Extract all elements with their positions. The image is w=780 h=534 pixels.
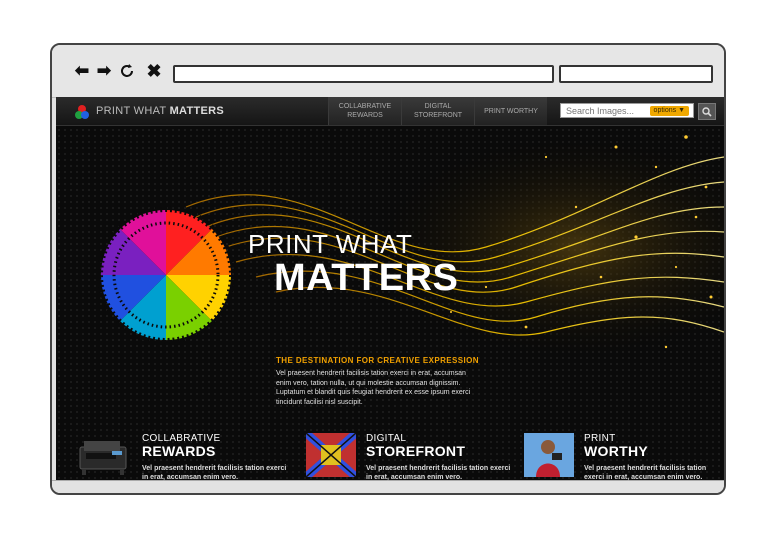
image-search-input[interactable]: Search Images... options ▼ bbox=[560, 103, 694, 118]
hero-title-line2: MATTERS bbox=[274, 257, 459, 299]
feature-digital-storefront[interactable]: DIGITAL STOREFRONT Vel praesent hendreri… bbox=[306, 433, 516, 481]
logo-icon[interactable] bbox=[74, 104, 90, 120]
nav-collabrative-rewards[interactable]: COLLABRATIVE REWARDS bbox=[328, 97, 401, 125]
search-icon[interactable] bbox=[698, 103, 716, 120]
photographer-thumbnail bbox=[524, 433, 574, 477]
storefront-thumbnail bbox=[306, 433, 356, 477]
brand-name[interactable]: PRINT WHAT MATTERS bbox=[96, 105, 224, 117]
browser-window: ⬅ ➡ ✖ PRINT WHAT MATTERS COLLABRATIVE RE… bbox=[50, 43, 726, 495]
address-bar[interactable] bbox=[173, 65, 554, 83]
hero-tagline: THE DESTINATION FOR CREATIVE EXPRESSION bbox=[276, 356, 479, 365]
feature-collabrative-rewards[interactable]: COLLABRATIVE REWARDS Vel praesent hendre… bbox=[78, 433, 288, 481]
nav-print-worthy[interactable]: PRINT WORTHY bbox=[474, 97, 547, 125]
browser-footer bbox=[52, 480, 724, 493]
arrow-right-icon[interactable]: ➡ bbox=[94, 61, 114, 81]
feature-print-worthy[interactable]: PRINT WORTHY Vel praesent hendrerit faci… bbox=[524, 433, 724, 481]
nav-digital-storefront[interactable]: DIGITAL STOREFRONT bbox=[401, 97, 474, 125]
web-page: PRINT WHAT MATTERS COLLABRATIVE REWARDS D… bbox=[56, 97, 724, 481]
printer-thumbnail bbox=[79, 441, 127, 475]
browser-toolbar: ⬅ ➡ ✖ bbox=[52, 45, 724, 98]
hero-title-line1: PRINT WHAT bbox=[248, 229, 413, 259]
reload-icon[interactable] bbox=[117, 61, 137, 81]
hero-body: Vel praesent hendrerit facilisis tation … bbox=[276, 370, 471, 406]
site-header: PRINT WHAT MATTERS COLLABRATIVE REWARDS D… bbox=[56, 97, 724, 126]
close-icon[interactable]: ✖ bbox=[144, 61, 164, 81]
hero-title: PRINT WHAT MATTERS bbox=[248, 230, 458, 298]
search-options-dropdown[interactable]: options ▼ bbox=[649, 106, 689, 116]
browser-search-field[interactable] bbox=[559, 65, 713, 83]
arrow-left-icon[interactable]: ⬅ bbox=[72, 61, 92, 81]
